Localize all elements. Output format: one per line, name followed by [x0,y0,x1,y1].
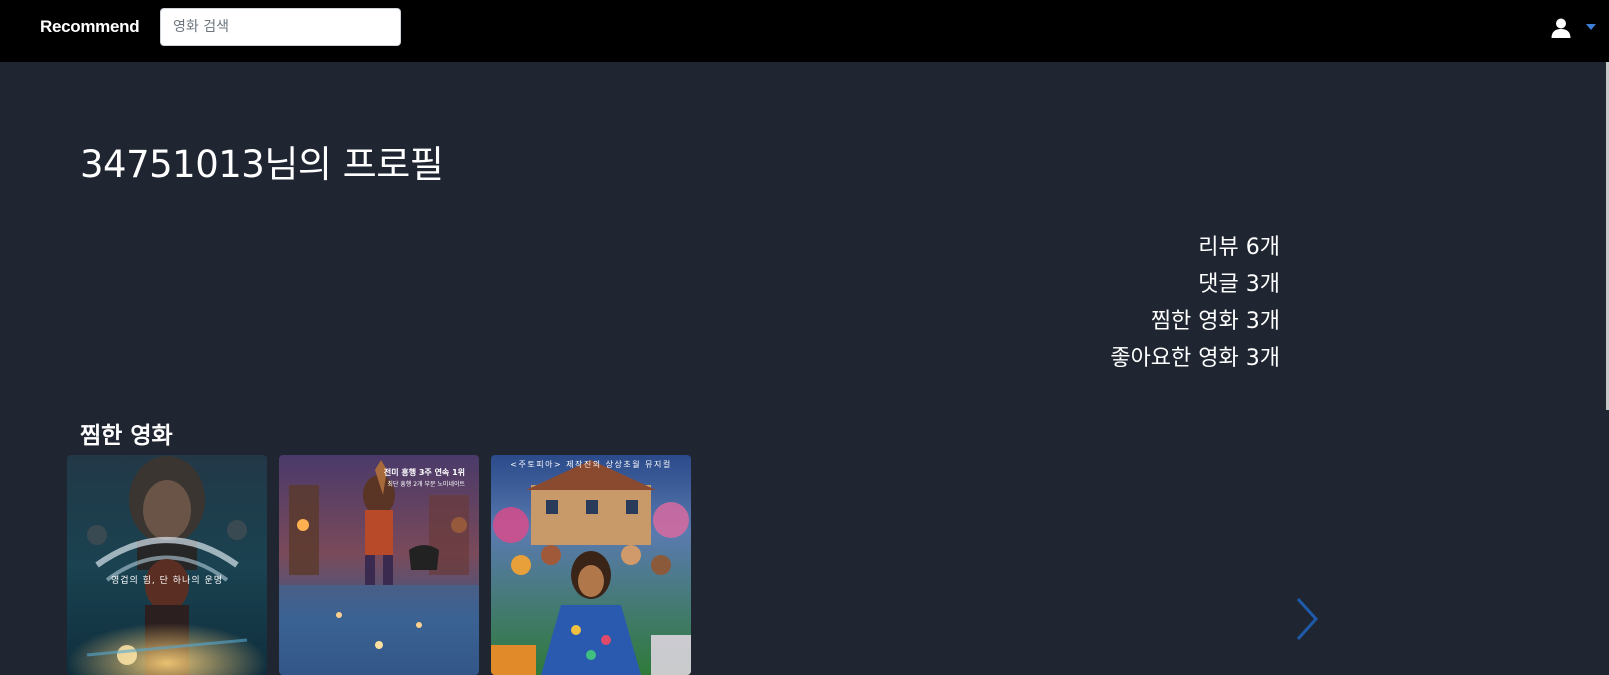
poster-image [279,455,479,675]
search-input[interactable] [160,8,401,46]
poster-tagline: <주토피아> 제작진의 상상초월 뮤지컬 [510,460,672,469]
profile-stats: 리뷰 6개 댓글 3개 찜한 영화 3개 좋아요한 영화 3개 [1110,229,1280,377]
brand-link[interactable]: Recommend [40,17,140,37]
comment-count: 댓글 3개 [1198,272,1280,297]
wishlist-carousel: 영겁의 힘, 단 하나의 운명 전미 흥행 3주 연속 1위 최단 흥행 2개 … [67,455,1307,675]
chevron-right-icon[interactable] [1293,595,1321,643]
review-count: 리뷰 6개 [1198,235,1280,260]
navbar: Recommend [0,0,1609,62]
user-menu-dropdown[interactable] [1546,14,1600,44]
movie-poster-encanto[interactable]: <주토피아> 제작진의 상상초월 뮤지컬 [491,455,691,675]
wishlist-count: 찜한 영화 3개 [1150,309,1280,334]
poster-award-line-1: 전미 흥행 3주 연속 1위 [383,468,465,477]
poster-image [491,455,691,675]
caret-down-icon [1586,24,1596,30]
liked-count: 좋아요한 영화 3개 [1110,346,1280,371]
profile-title: 34751013님의 프로필 [80,143,444,186]
poster-tagline: 영겁의 힘, 단 하나의 운명 [110,576,224,586]
poster-image [67,455,267,675]
movie-poster-shang-chi[interactable]: 영겁의 힘, 단 하나의 운명 [67,455,267,675]
poster-award-line-2: 최단 흥행 2개 부문 노미네이트 [387,481,465,488]
user-icon [1551,18,1571,38]
wishlist-section-title: 찜한 영화 [80,423,173,449]
movie-poster-coco[interactable]: 전미 흥행 3주 연속 1위 최단 흥행 2개 부문 노미네이트 [279,455,479,675]
